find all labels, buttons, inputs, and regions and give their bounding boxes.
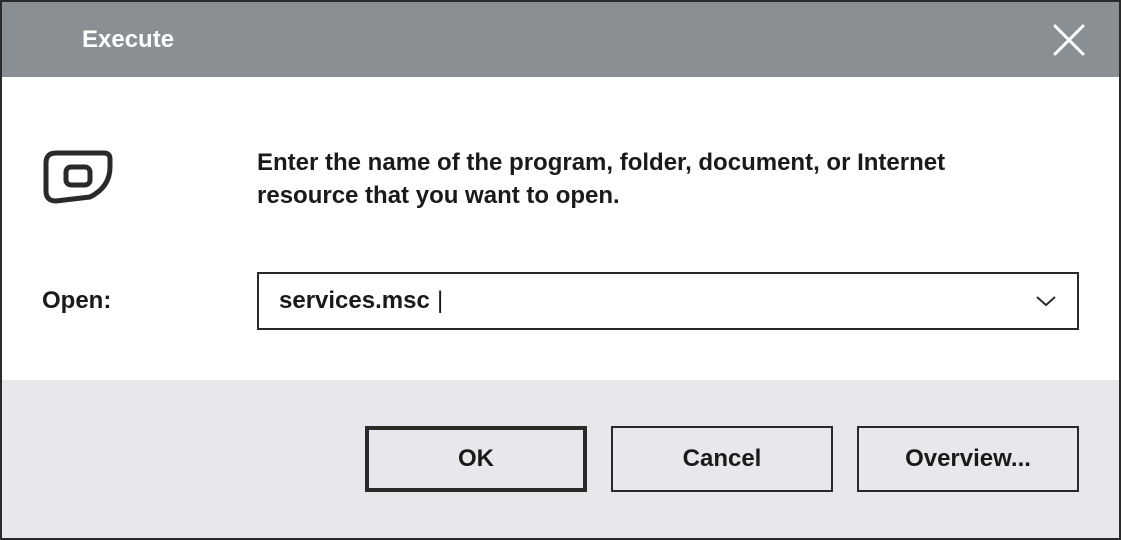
cancel-button[interactable]: Cancel	[611, 426, 833, 492]
instruction-text: Enter the name of the program, folder, d…	[257, 147, 997, 212]
dialog-footer: OK Cancel Overview...	[2, 380, 1119, 538]
titlebar: Execute	[2, 2, 1119, 77]
open-value: services.msc	[279, 287, 430, 315]
ok-button[interactable]: OK	[365, 426, 587, 492]
overview-button[interactable]: Overview...	[857, 426, 1079, 492]
open-label: Open:	[42, 287, 257, 315]
open-combobox[interactable]: services.msc |	[257, 272, 1079, 330]
chevron-down-icon	[1035, 294, 1057, 308]
dialog-content: Enter the name of the program, folder, d…	[2, 77, 1119, 380]
run-icon	[42, 149, 114, 205]
text-cursor: |	[437, 287, 443, 315]
close-icon	[1051, 22, 1087, 58]
instruction-row: Enter the name of the program, folder, d…	[42, 147, 1079, 212]
icon-column	[42, 147, 257, 205]
open-row: Open: services.msc |	[42, 272, 1079, 330]
close-button[interactable]	[1051, 22, 1087, 58]
dialog-title: Execute	[82, 26, 174, 54]
run-dialog: Execute Enter the name of the program, f…	[0, 0, 1121, 540]
